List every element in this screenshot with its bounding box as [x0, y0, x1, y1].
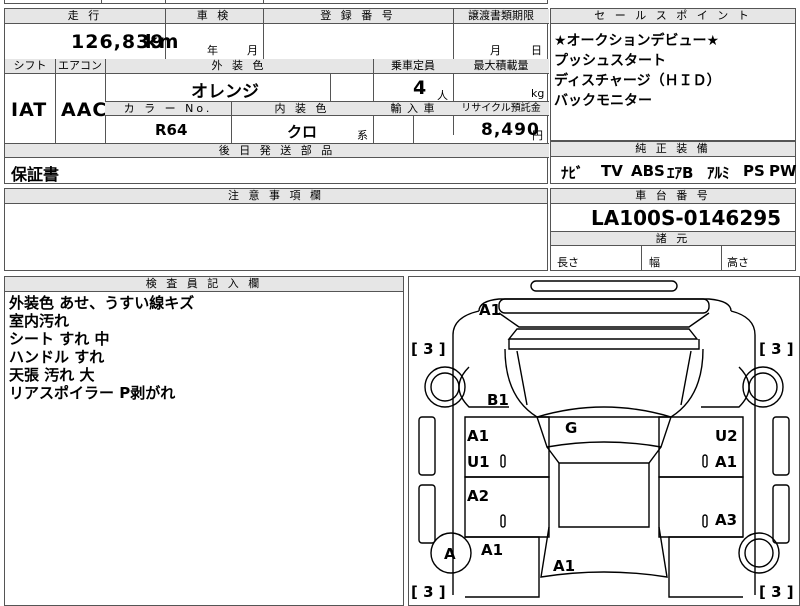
- tire-label-front-right: [ 3 ]: [759, 340, 794, 358]
- length-label: 長さ: [557, 256, 579, 269]
- equipment-item: ｴｱB: [667, 164, 694, 182]
- damage-mark-rear: A1: [553, 557, 576, 575]
- damage-mark-left-rear-door: A2: [467, 487, 490, 505]
- tire-label-rear-left: [ 3 ]: [411, 583, 446, 601]
- height-label: 高さ: [727, 256, 749, 269]
- inspector-note: 外装色 あせ、うすい線キズ: [9, 294, 195, 312]
- damage-mark-front: A1: [479, 301, 502, 319]
- shift-value: IAT: [11, 99, 48, 121]
- color-no-header: カ ラ ー No.: [105, 101, 231, 116]
- interior-suffix: 系: [357, 129, 368, 142]
- equipment-item: ABS: [631, 162, 665, 180]
- equipment-item: TV: [601, 162, 623, 180]
- damage-mark-left-front-door: U1: [467, 453, 490, 471]
- interior-value: クロ: [287, 123, 318, 141]
- aircon-value: AAC: [61, 99, 108, 121]
- damage-mark-right-rear-door: A3: [715, 511, 738, 529]
- damage-mark-left-rear-wheel: A: [444, 545, 456, 563]
- inspector-note: ハンドル すれ: [9, 348, 105, 366]
- sales-points-box: セ ー ル ス ポ イ ン ト ★オークションデビュー★ プッシュスタート ディ…: [550, 8, 796, 141]
- equipment-item: PW: [769, 162, 797, 180]
- registration-header: 登 録 番 号: [263, 9, 453, 24]
- recycle-header: リサイクル預託金: [453, 101, 549, 116]
- sales-point-line: ★オークションデビュー★: [554, 33, 720, 49]
- color-value: オレンジ: [191, 82, 259, 102]
- inspector-notes-box: 検 査 員 記 入 欄 外装色 あせ、うすい線キズ 室内汚れ シート すれ 中 …: [4, 276, 404, 606]
- inspector-header: 検 査 員 記 入 欄: [5, 277, 403, 292]
- chassis-box: 車 台 番 号 LA100S-0146295 諸 元 長さ 幅 高さ: [550, 188, 796, 271]
- tire-label-front-left: [ 3 ]: [411, 340, 446, 358]
- damage-mark-roof: G: [565, 419, 578, 437]
- caution-box: 注 意 事 項 欄: [4, 188, 548, 271]
- tire-label-rear-right: [ 3 ]: [759, 583, 794, 601]
- caution-header: 注 意 事 項 欄: [5, 189, 547, 204]
- car-diagram-box: A1 B1 G A1 U1 A2 A1 A U2 A1 A3 A1 [ 3 ] …: [408, 276, 800, 606]
- shift-header: シフト: [5, 59, 55, 74]
- later-items-value: 保証書: [11, 165, 60, 184]
- chassis-header: 車 台 番 号: [551, 189, 795, 204]
- color-no-value: R64: [155, 121, 188, 139]
- equipment-item: ｱﾙﾐ: [707, 164, 730, 182]
- interior-header: 内 装 色: [231, 101, 373, 116]
- inspector-note: 天張 汚れ 大: [9, 366, 95, 384]
- width-label: 幅: [649, 256, 660, 269]
- damage-mark-left-rear-quarter: A1: [481, 541, 504, 559]
- damage-mark-hood: B1: [487, 391, 509, 409]
- inspection-month-unit: 月: [247, 44, 258, 57]
- later-items-header: 後 日 発 送 部 品: [5, 143, 549, 158]
- inspector-note: シート すれ 中: [9, 330, 110, 348]
- inspection-header: 車 検: [165, 9, 263, 24]
- sales-points-header: セ ー ル ス ポ イ ン ト: [551, 9, 795, 24]
- dimensions-header: 諸 元: [551, 231, 795, 246]
- top-strip: [4, 0, 548, 4]
- transfer-day-unit: 日: [531, 44, 542, 57]
- capacity-value: 4: [413, 77, 428, 99]
- sales-point-line: バックモニター: [554, 93, 652, 109]
- transfer-deadline-header: 譲渡書類期限: [453, 9, 549, 24]
- equipment-item: PS: [743, 162, 765, 180]
- mileage-unit: km: [145, 31, 180, 53]
- mileage-header: 走 行: [5, 9, 165, 24]
- inspector-note: 室内汚れ: [9, 312, 70, 330]
- recycle-value: 8,490: [481, 120, 540, 140]
- max-load-header: 最大積載量: [453, 59, 549, 74]
- color-header: 外 装 色: [105, 59, 373, 74]
- max-load-unit: kg: [531, 87, 545, 100]
- equipment-header: 純 正 装 備: [551, 142, 795, 157]
- inspector-note: リアスポイラー P剥がれ: [9, 384, 176, 402]
- aircon-header: エアコン: [55, 59, 105, 74]
- damage-mark-right-front-door: A1: [715, 453, 738, 471]
- damage-mark-left-front-door: A1: [467, 427, 490, 445]
- sales-point-line: プッシュスタート: [554, 53, 666, 69]
- chassis-number: LA100S-0146295: [591, 206, 782, 230]
- transfer-month-unit: 月: [490, 44, 501, 57]
- sales-point-line: ディスチャージ（ＨＩＤ）: [554, 73, 721, 89]
- damage-mark-right-front-door: U2: [715, 427, 738, 445]
- inspection-year-unit: 年: [207, 44, 218, 57]
- import-header: 輸 入 車: [373, 101, 453, 116]
- recycle-unit: 円: [532, 129, 543, 142]
- vehicle-info-table: 走 行 車 検 登 録 番 号 譲渡書類期限 126,839 km 年 月 月 …: [4, 8, 549, 184]
- equipment-box: 純 正 装 備 ﾅﾋﾞ TV ABS ｴｱB ｱﾙﾐ PS PW: [550, 141, 797, 184]
- equipment-item: ﾅﾋﾞ: [561, 164, 584, 182]
- capacity-header: 乗車定員: [373, 59, 453, 74]
